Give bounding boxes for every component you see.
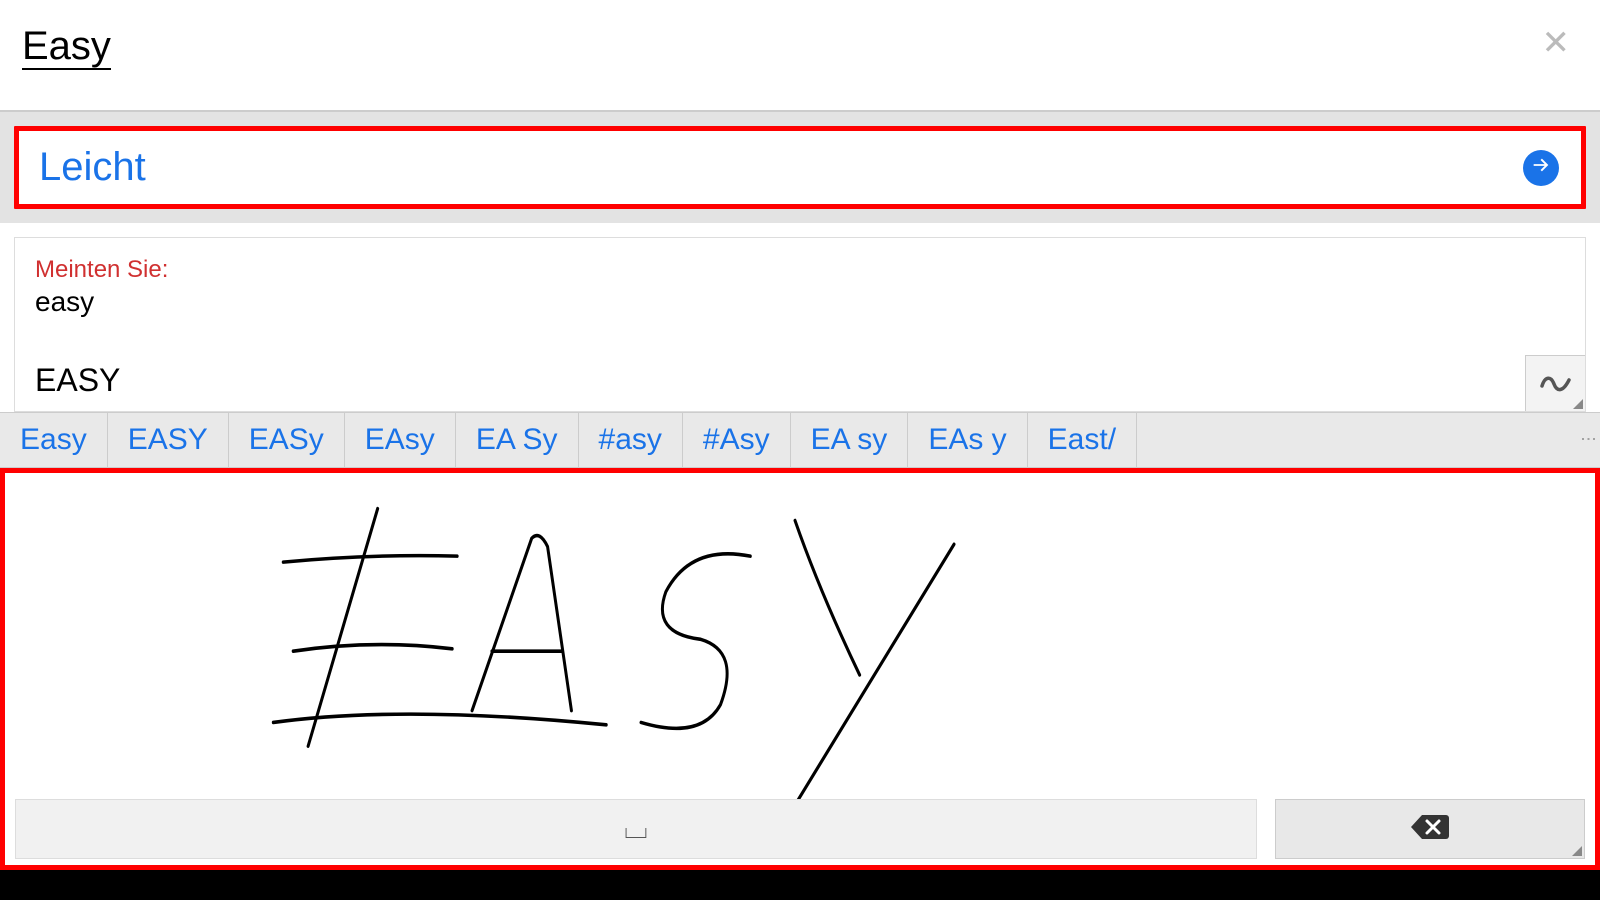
backspace-button[interactable] — [1275, 799, 1585, 859]
candidate-strip: Easy EASY EASy EAsy EA Sy #asy #Asy EA s… — [0, 412, 1600, 468]
space-icon: ⌴ — [624, 812, 648, 846]
dictionary-headword: EASY — [35, 362, 1565, 399]
translation-text: Leicht — [39, 145, 146, 190]
close-icon[interactable]: ✕ — [1542, 26, 1571, 60]
handwriting-toggle-button[interactable] — [1525, 355, 1585, 411]
resize-corner-icon — [1572, 846, 1582, 856]
candidate-item[interactable]: EA Sy — [456, 413, 579, 467]
page-title: Easy — [22, 24, 111, 70]
nav-bar-placeholder — [0, 870, 1600, 900]
translate-go-button[interactable] — [1523, 150, 1559, 186]
squiggle-icon — [1539, 366, 1573, 401]
candidate-item[interactable]: #asy — [579, 413, 683, 467]
translation-result-box: Leicht — [14, 126, 1586, 209]
suggestion-card: Meinten Sie: easy EASY — [14, 237, 1586, 412]
suggestion-area: Meinten Sie: easy EASY — [0, 223, 1600, 412]
candidate-item[interactable]: #Asy — [683, 413, 791, 467]
candidate-item[interactable]: EAs y — [908, 413, 1027, 467]
candidate-item[interactable]: Easy — [0, 413, 108, 467]
did-you-mean-label: Meinten Sie: — [35, 256, 1565, 284]
did-you-mean-word[interactable]: easy — [35, 286, 1565, 318]
candidate-item[interactable]: EASY — [108, 413, 229, 467]
more-candidates-icon[interactable]: ⋮ — [1576, 413, 1600, 467]
arrow-right-icon — [1530, 154, 1552, 181]
header: Easy ✕ — [0, 0, 1600, 110]
handwriting-canvas[interactable]: ⌴ — [0, 468, 1600, 870]
space-button[interactable]: ⌴ — [15, 799, 1257, 859]
candidate-item[interactable]: EASy — [229, 413, 345, 467]
resize-corner-icon — [1573, 399, 1583, 409]
handwriting-bottom-bar: ⌴ — [15, 799, 1585, 859]
backspace-icon — [1410, 813, 1450, 846]
candidate-item[interactable]: EAsy — [345, 413, 456, 467]
candidate-item[interactable]: EA sy — [791, 413, 909, 467]
candidate-item[interactable]: East/ — [1028, 413, 1137, 467]
translation-toolbar: Leicht — [0, 112, 1600, 223]
